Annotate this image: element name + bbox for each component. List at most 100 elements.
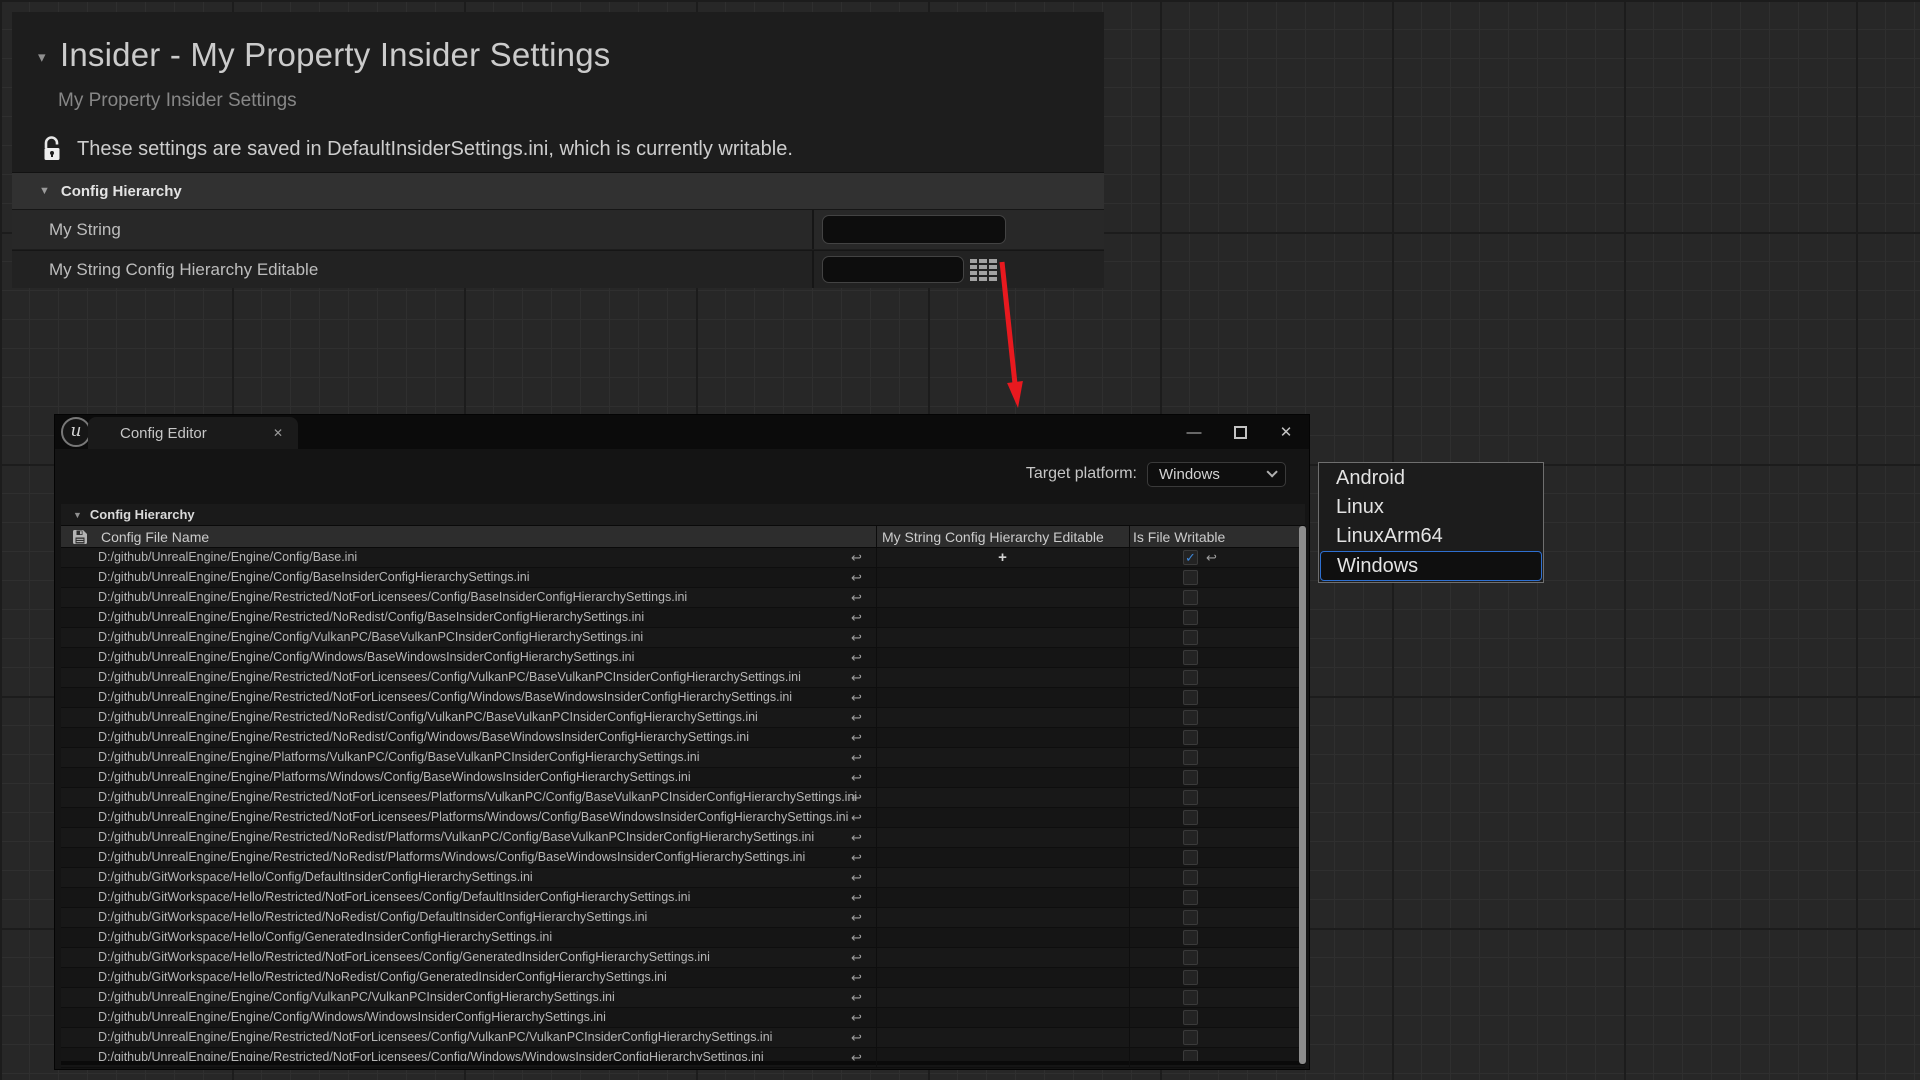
writable-checkbox[interactable] bbox=[1183, 630, 1198, 645]
writable-checkbox[interactable] bbox=[1183, 670, 1198, 685]
table-row[interactable]: D:/github/GitWorkspace/Hello/Restricted/… bbox=[61, 968, 1305, 988]
writable-checkbox[interactable] bbox=[1183, 970, 1198, 985]
collapse-arrow-icon[interactable]: ▾ bbox=[38, 48, 46, 66]
reset-to-default-icon[interactable]: ↩ bbox=[851, 708, 862, 727]
reset-to-default-icon[interactable]: ↩ bbox=[851, 788, 862, 807]
reset-to-default-icon[interactable]: ↩ bbox=[851, 728, 862, 747]
table-row[interactable]: D:/github/UnrealEngine/Engine/Restricted… bbox=[61, 608, 1305, 628]
writable-checkbox[interactable] bbox=[1183, 750, 1198, 765]
reset-to-default-icon[interactable]: ↩ bbox=[851, 568, 862, 587]
table-row[interactable]: D:/github/GitWorkspace/Hello/Config/Gene… bbox=[61, 928, 1305, 948]
table-row[interactable]: D:/github/GitWorkspace/Hello/Restricted/… bbox=[61, 888, 1305, 908]
my-string-input[interactable] bbox=[822, 215, 1006, 244]
reset-to-default-icon[interactable]: ↩ bbox=[851, 908, 862, 927]
table-row[interactable]: D:/github/UnrealEngine/Engine/Restricted… bbox=[61, 728, 1305, 748]
writable-checkbox[interactable] bbox=[1183, 790, 1198, 805]
table-row[interactable]: D:/github/UnrealEngine/Engine/Restricted… bbox=[61, 848, 1305, 868]
writable-checkbox[interactable] bbox=[1183, 650, 1198, 665]
table-row[interactable]: D:/github/UnrealEngine/Engine/Restricted… bbox=[61, 708, 1305, 728]
table-row[interactable]: D:/github/UnrealEngine/Engine/Config/Bas… bbox=[61, 548, 1305, 568]
table-row[interactable]: D:/github/UnrealEngine/Engine/Restricted… bbox=[61, 828, 1305, 848]
reset-to-default-icon[interactable]: ↩ bbox=[851, 688, 862, 707]
reset-to-default-icon[interactable]: ↩ bbox=[851, 828, 862, 847]
reset-to-default-icon[interactable]: ↩ bbox=[851, 1008, 862, 1027]
close-button[interactable]: ✕ bbox=[1263, 415, 1309, 449]
minimize-button[interactable]: — bbox=[1171, 415, 1217, 449]
column-header-config-file-name[interactable]: Config File Name bbox=[101, 526, 209, 548]
reset-to-default-icon[interactable]: ↩ bbox=[851, 608, 862, 627]
column-header-my-string[interactable]: My String Config Hierarchy Editable bbox=[882, 526, 1104, 548]
table-row[interactable]: D:/github/UnrealEngine/Engine/Restricted… bbox=[61, 808, 1305, 828]
table-row[interactable]: D:/github/UnrealEngine/Engine/Platforms/… bbox=[61, 768, 1305, 788]
reset-to-default-icon[interactable]: ↩ bbox=[851, 748, 862, 767]
platform-option-android[interactable]: Android bbox=[1319, 464, 1543, 493]
reset-to-default-icon[interactable]: ↩ bbox=[851, 588, 862, 607]
table-row[interactable]: D:/github/UnrealEngine/Engine/Config/Vul… bbox=[61, 628, 1305, 648]
writable-checkbox[interactable] bbox=[1183, 710, 1198, 725]
list-section-header[interactable]: ▼ Config Hierarchy bbox=[61, 504, 1305, 525]
maximize-button[interactable] bbox=[1217, 415, 1263, 449]
platform-option-windows[interactable]: Windows bbox=[1320, 551, 1542, 581]
platform-option-linux[interactable]: Linux bbox=[1319, 493, 1543, 522]
table-row[interactable]: D:/github/UnrealEngine/Engine/Platforms/… bbox=[61, 748, 1305, 768]
table-row[interactable]: D:/github/GitWorkspace/Hello/Restricted/… bbox=[61, 948, 1305, 968]
writable-checkbox[interactable] bbox=[1183, 570, 1198, 585]
writable-checkbox[interactable] bbox=[1183, 690, 1198, 705]
writable-checkbox[interactable]: ✓ bbox=[1183, 550, 1198, 565]
tab-config-editor[interactable]: Config Editor ✕ bbox=[88, 417, 298, 449]
writable-checkbox[interactable] bbox=[1183, 870, 1198, 885]
table-row[interactable]: D:/github/UnrealEngine/Engine/Restricted… bbox=[61, 1028, 1305, 1048]
vertical-scrollbar[interactable] bbox=[1299, 526, 1306, 1064]
tab-close-icon[interactable]: ✕ bbox=[273, 426, 283, 440]
reset-to-default-icon[interactable]: ↩ bbox=[851, 648, 862, 667]
reset-to-default-icon[interactable]: ↩ bbox=[851, 768, 862, 787]
table-row[interactable]: D:/github/UnrealEngine/Engine/Config/Win… bbox=[61, 1008, 1305, 1028]
reset-to-default-icon[interactable]: ↩ bbox=[1206, 548, 1217, 567]
writable-checkbox[interactable] bbox=[1183, 930, 1198, 945]
table-row[interactable]: D:/github/GitWorkspace/Hello/Restricted/… bbox=[61, 908, 1305, 928]
writable-checkbox[interactable] bbox=[1183, 850, 1198, 865]
table-row[interactable]: D:/github/UnrealEngine/Engine/Restricted… bbox=[61, 588, 1305, 608]
writable-checkbox[interactable] bbox=[1183, 830, 1198, 845]
table-row[interactable]: D:/github/UnrealEngine/Engine/Restricted… bbox=[61, 788, 1305, 808]
open-config-editor-button[interactable] bbox=[968, 257, 998, 283]
writable-checkbox[interactable] bbox=[1183, 910, 1198, 925]
reset-to-default-icon[interactable]: ↩ bbox=[851, 988, 862, 1007]
column-header-is-file-writable[interactable]: Is File Writable bbox=[1133, 526, 1225, 548]
reset-to-default-icon[interactable]: ↩ bbox=[851, 888, 862, 907]
reset-to-default-icon[interactable]: ↩ bbox=[851, 668, 862, 687]
writable-checkbox[interactable] bbox=[1183, 810, 1198, 825]
add-element-button[interactable]: + bbox=[877, 548, 1128, 567]
section-collapse-icon[interactable]: ▼ bbox=[73, 510, 82, 520]
window-titlebar[interactable]: u Config Editor ✕ — ✕ bbox=[55, 415, 1309, 449]
table-row[interactable]: D:/github/GitWorkspace/Hello/Config/Defa… bbox=[61, 868, 1305, 888]
writable-checkbox[interactable] bbox=[1183, 950, 1198, 965]
writable-checkbox[interactable] bbox=[1183, 1030, 1198, 1045]
section-collapse-icon[interactable]: ▼ bbox=[39, 185, 50, 197]
reset-to-default-icon[interactable]: ↩ bbox=[851, 1028, 862, 1047]
table-row[interactable]: D:/github/UnrealEngine/Engine/Config/Win… bbox=[61, 648, 1305, 668]
writable-checkbox[interactable] bbox=[1183, 730, 1198, 745]
platform-option-linuxarm64[interactable]: LinuxArm64 bbox=[1319, 522, 1543, 551]
reset-to-default-icon[interactable]: ↩ bbox=[851, 948, 862, 967]
table-row[interactable]: D:/github/UnrealEngine/Engine/Restricted… bbox=[61, 1048, 1305, 1068]
reset-to-default-icon[interactable]: ↩ bbox=[851, 808, 862, 827]
section-header-config-hierarchy[interactable]: ▼ Config Hierarchy bbox=[12, 172, 1104, 209]
reset-to-default-icon[interactable]: ↩ bbox=[851, 868, 862, 887]
target-platform-combobox[interactable]: Windows bbox=[1147, 462, 1286, 487]
reset-to-default-icon[interactable]: ↩ bbox=[851, 968, 862, 987]
my-string-config-hierarchy-editable-input[interactable] bbox=[822, 256, 964, 283]
writable-checkbox[interactable] bbox=[1183, 890, 1198, 905]
table-row[interactable]: D:/github/UnrealEngine/Engine/Restricted… bbox=[61, 668, 1305, 688]
table-row[interactable]: D:/github/UnrealEngine/Engine/Restricted… bbox=[61, 688, 1305, 708]
reset-to-default-icon[interactable]: ↩ bbox=[851, 548, 862, 567]
writable-checkbox[interactable] bbox=[1183, 590, 1198, 605]
reset-to-default-icon[interactable]: ↩ bbox=[851, 928, 862, 947]
writable-checkbox[interactable] bbox=[1183, 1010, 1198, 1025]
reset-to-default-icon[interactable]: ↩ bbox=[851, 848, 862, 867]
table-row[interactable]: D:/github/UnrealEngine/Engine/Config/Bas… bbox=[61, 568, 1305, 588]
writable-checkbox[interactable] bbox=[1183, 990, 1198, 1005]
writable-checkbox[interactable] bbox=[1183, 770, 1198, 785]
reset-to-default-icon[interactable]: ↩ bbox=[851, 628, 862, 647]
writable-checkbox[interactable] bbox=[1183, 610, 1198, 625]
